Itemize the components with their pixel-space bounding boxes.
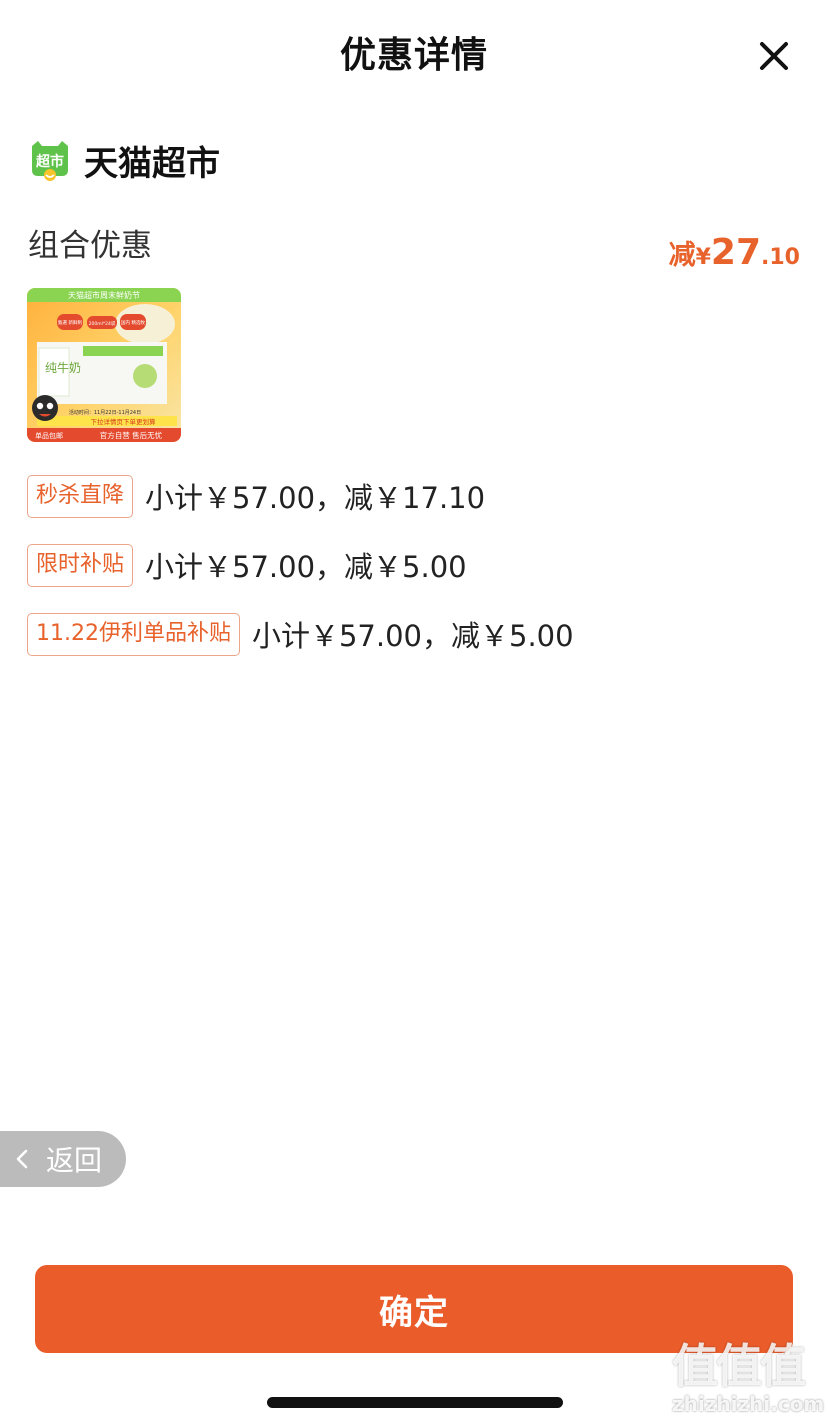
product-image: 天猫超市周末鲜奶节 甄選 新鲜制 200ml*24袋 国内 精选牧 纯牛奶 活动… — [27, 288, 181, 442]
watermark-url: zhizhizhi.com — [672, 1392, 825, 1416]
close-icon[interactable] — [754, 36, 794, 76]
product-bottom-right: 官方自营 售后无忧 — [100, 430, 163, 440]
discount-integer: 27 — [710, 232, 762, 273]
promo-row: 秒杀直降 小计￥57.00，减￥17.10 — [27, 474, 485, 518]
store-header: 超市 天猫超市 — [28, 138, 220, 184]
back-label: 返回 — [46, 1144, 103, 1177]
product-badge-3: 国内 精选牧 — [121, 319, 145, 326]
product-thumbnail[interactable]: 天猫超市周末鲜奶节 甄選 新鲜制 200ml*24袋 国内 精选牧 纯牛奶 活动… — [27, 288, 181, 442]
discount-prefix: 减 — [668, 240, 696, 271]
store-name: 天猫超市 — [84, 143, 220, 184]
header: 优惠详情 — [0, 0, 828, 100]
discount-total: 减¥27.10 — [669, 232, 800, 273]
back-button[interactable]: 返回 — [0, 1131, 126, 1187]
promo-detail: 小计￥57.00，减￥5.00 — [145, 550, 467, 584]
product-bottom-left: 单品包邮 — [35, 431, 63, 440]
product-badge-1: 甄選 新鲜制 — [58, 319, 82, 326]
discount-currency: ¥ — [695, 245, 711, 270]
promo-tag: 秒杀直降 — [27, 474, 134, 518]
promo-title: 组合优惠 — [28, 228, 152, 264]
tmall-supermarket-logo: 超市 — [32, 141, 68, 181]
promo-row: 限时补贴 小计￥57.00，减￥5.00 — [27, 543, 467, 587]
product-cta: 下拉详情页下单更划算 — [91, 417, 157, 426]
promo-detail: 小计￥57.00，减￥5.00 — [251, 619, 574, 653]
promo-tag: 11.22伊利单品补贴 — [27, 612, 240, 656]
product-badge-2: 200ml*24袋 — [89, 320, 116, 327]
promo-tag: 限时补贴 — [27, 543, 134, 587]
product-banner-text: 天猫超市周末鲜奶节 — [68, 290, 140, 300]
page-title: 优惠详情 — [339, 35, 488, 76]
chevron-left-icon — [16, 1149, 28, 1169]
discount-decimal: .10 — [761, 245, 800, 270]
product-date: 活动时间：11月22日-11月24日 — [69, 409, 141, 416]
promo-row: 11.22伊利单品补贴 小计￥57.00，减￥5.00 — [27, 612, 574, 656]
watermark: 值值值 zhizhizhi.com — [672, 1339, 825, 1420]
product-name: 纯牛奶 — [45, 360, 81, 375]
promo-detail: 小计￥57.00，减￥17.10 — [145, 481, 486, 515]
store-logo-text: 超市 — [35, 153, 64, 170]
home-indicator — [267, 1397, 563, 1408]
close-button[interactable] — [754, 36, 794, 76]
watermark-glyphs: 值值值 — [672, 1339, 806, 1393]
